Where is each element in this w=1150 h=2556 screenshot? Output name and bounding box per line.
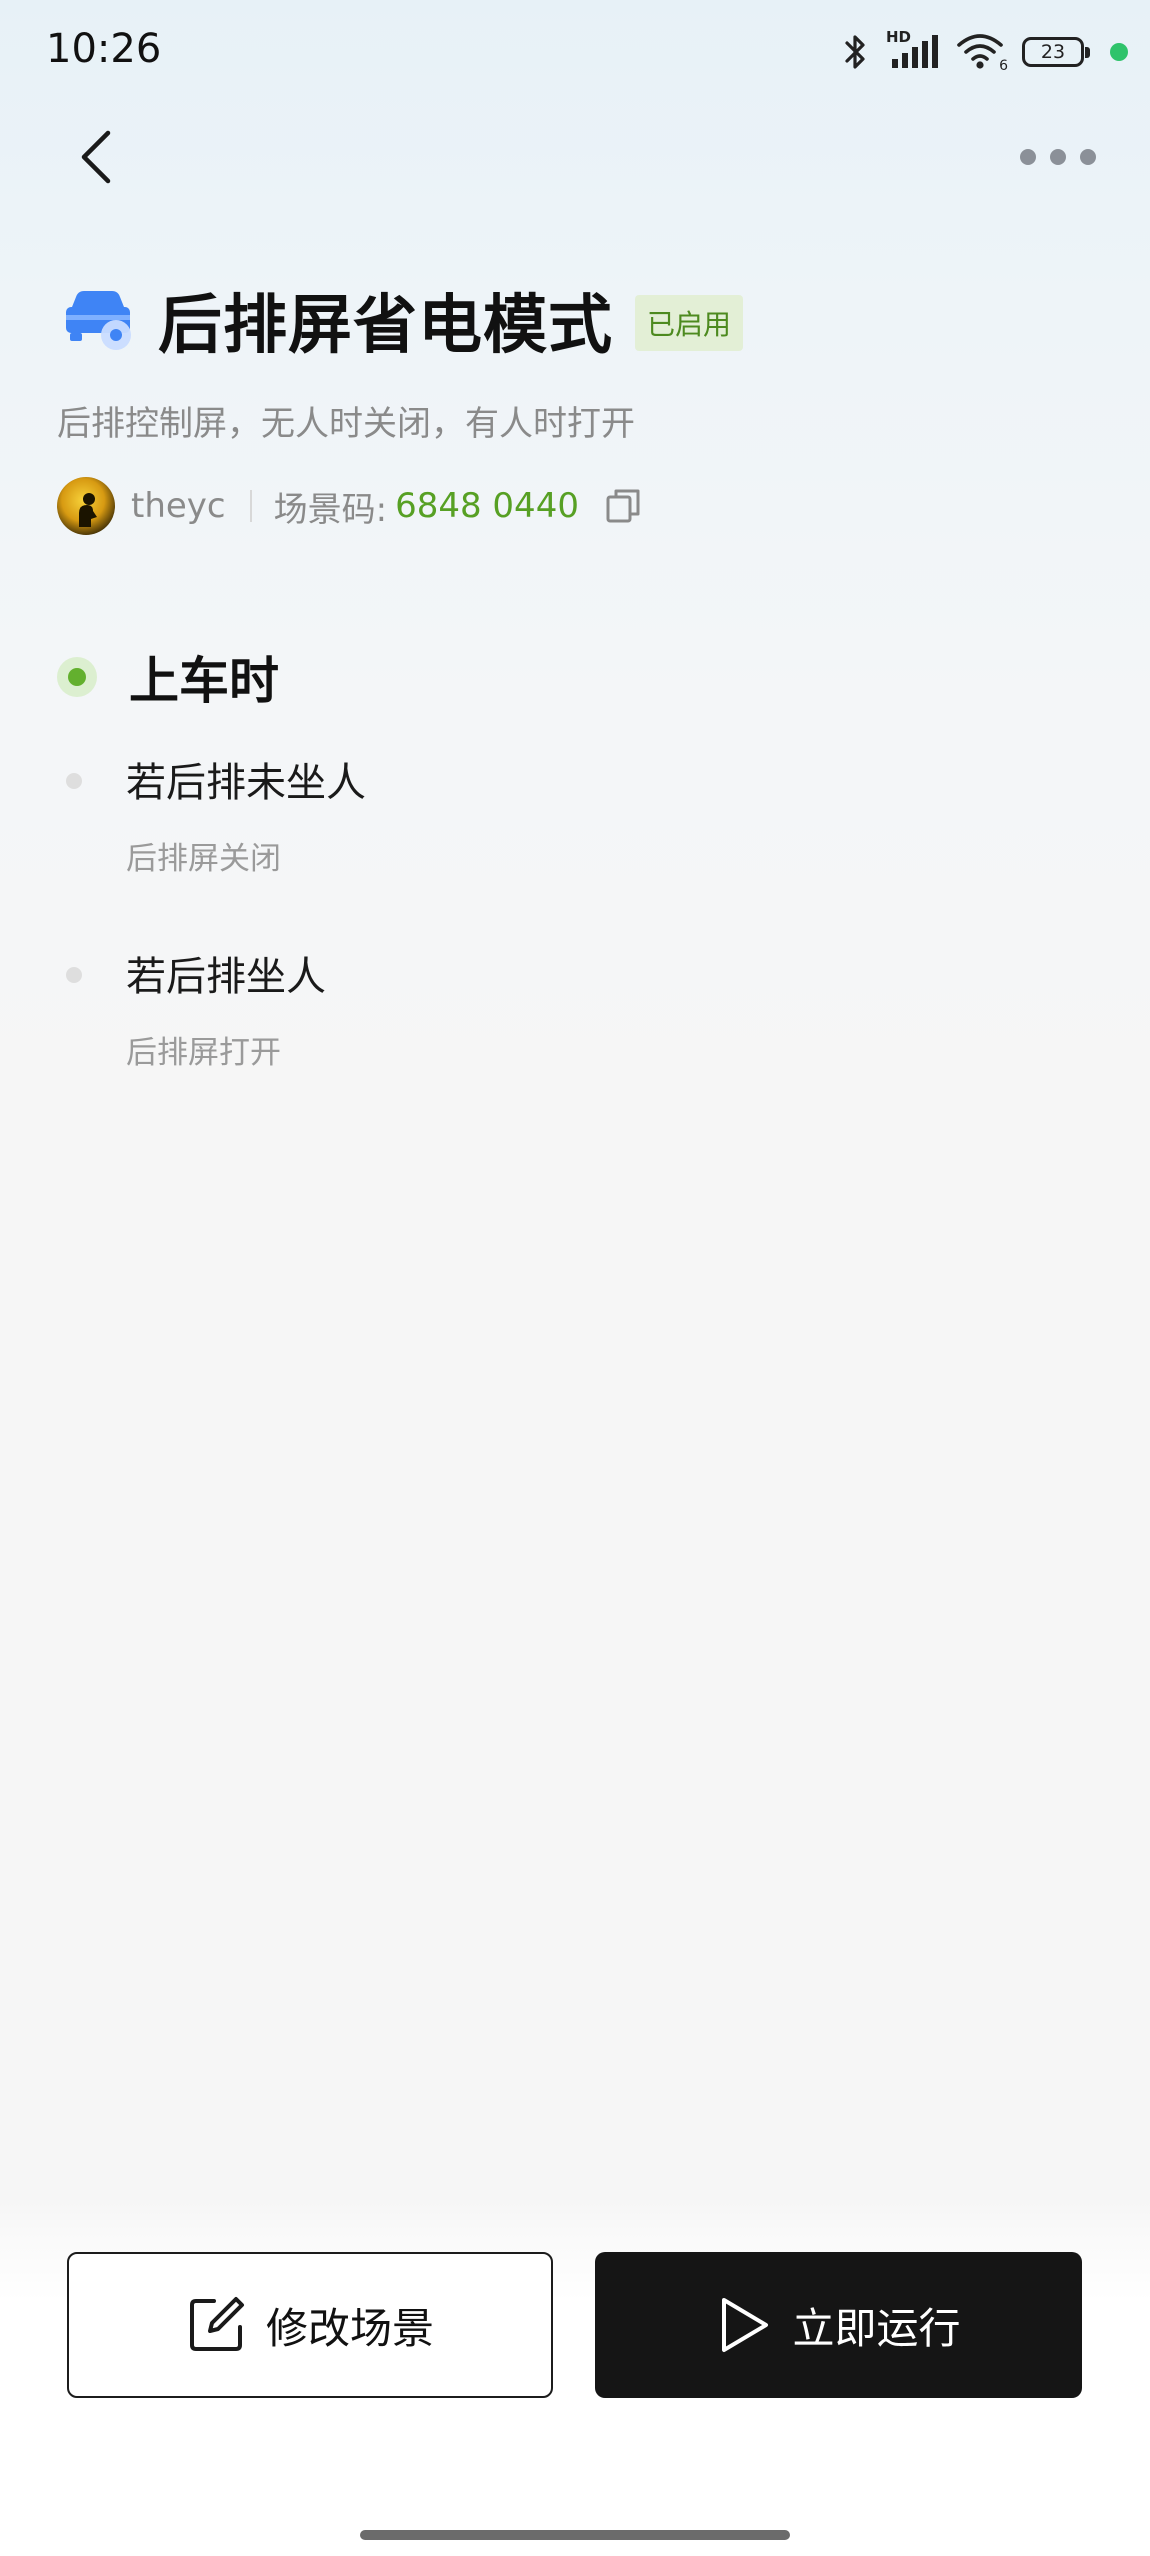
wifi-label: 6 <box>999 58 1008 74</box>
privacy-indicator-dot <box>1110 43 1128 61</box>
trigger-dot <box>57 657 97 697</box>
status-icons: HD 6 23 <box>838 28 1128 74</box>
avatar[interactable] <box>57 477 115 535</box>
scene-header: 后排屏省电模式 已启用 <box>62 270 744 370</box>
home-indicator[interactable] <box>360 2530 790 2540</box>
scene-description: 后排控制屏，无人时关闭，有人时打开 <box>57 404 635 444</box>
back-button[interactable] <box>70 125 130 189</box>
bluetooth-icon <box>845 35 865 69</box>
more-dot <box>1050 149 1066 165</box>
status-badge: 已启用 <box>635 295 744 351</box>
trigger-label: 上车时 <box>129 652 279 710</box>
condition-action: 后排屏关闭 <box>126 841 281 877</box>
more-dot <box>1080 149 1096 165</box>
run-now-label: 立即运行 <box>792 2303 961 2353</box>
more-dot <box>1020 149 1036 165</box>
more-button[interactable] <box>1020 140 1096 174</box>
status-time: 10:26 <box>46 26 162 72</box>
edit-scene-button[interactable]: 修改场景 <box>67 2252 553 2398</box>
edit-icon <box>189 2297 244 2351</box>
play-icon <box>722 2298 769 2352</box>
status-bar: 10:26 HD 6 23 <box>0 0 1150 100</box>
battery-icon: 23 <box>1022 37 1090 67</box>
condition-title: 若后排未坐人 <box>126 760 366 806</box>
condition-dot <box>66 773 82 789</box>
author-name[interactable]: theyc <box>131 486 226 526</box>
condition-action: 后排屏打开 <box>126 1035 281 1071</box>
signal-icon: HD <box>886 28 942 72</box>
chevron-left-icon <box>81 130 111 184</box>
run-now-button[interactable]: 立即运行 <box>595 2252 1082 2398</box>
scene-code-value: 6848 0440 <box>395 486 579 526</box>
condition-dot <box>66 967 82 983</box>
scene-meta: theyc 场景码: 6848 0440 <box>57 476 643 536</box>
trigger-section: 上车时 <box>57 645 279 710</box>
wifi-icon: 6 <box>956 32 1008 74</box>
scene-title: 后排屏省电模式 <box>158 289 613 363</box>
copy-icon[interactable] <box>603 486 643 526</box>
condition-title: 若后排坐人 <box>126 954 326 1000</box>
battery-level: 23 <box>1040 41 1066 63</box>
scene-code-label: 场景码: <box>273 489 388 530</box>
edit-scene-label: 修改场景 <box>265 2303 434 2353</box>
divider <box>249 490 252 522</box>
car-scene-icon <box>66 291 131 350</box>
